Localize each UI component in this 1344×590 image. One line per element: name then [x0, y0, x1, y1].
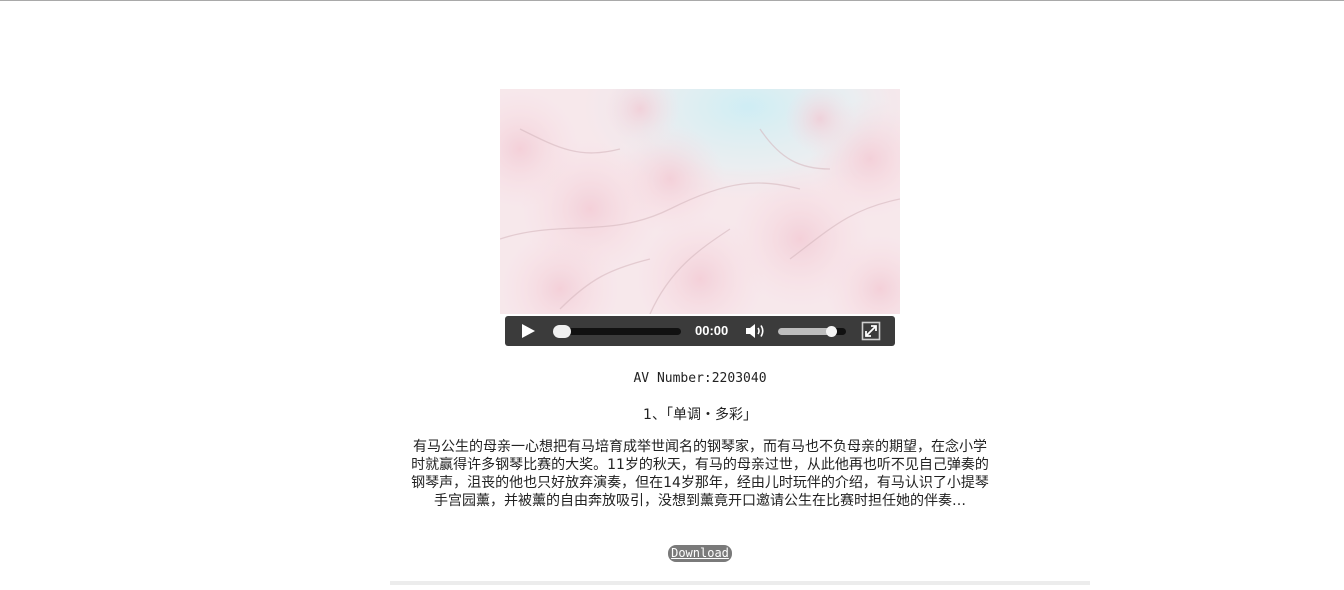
volume-slider[interactable]	[778, 326, 846, 337]
bottom-divider	[390, 581, 1090, 585]
video-controls: 00:00	[505, 316, 895, 346]
fullscreen-button[interactable]	[861, 321, 881, 341]
video-poster[interactable]	[500, 89, 900, 314]
play-button[interactable]	[515, 321, 539, 341]
episode-description: 有马公生的母亲一心想把有马培育成举世闻名的钢琴家，而有马也不负母亲的期望，在念小…	[411, 439, 989, 509]
download-button[interactable]: Download	[668, 545, 732, 562]
episode-title: 1、「单调・多彩」	[643, 407, 757, 423]
volume-button[interactable]	[743, 321, 767, 341]
volume-handle[interactable]	[826, 326, 837, 337]
volume-level	[778, 328, 832, 335]
time-display: 00:00	[695, 323, 729, 338]
fullscreen-icon	[861, 321, 881, 341]
av-number: AV Number:2203040	[633, 371, 767, 386]
cherry-blossom-image	[500, 89, 900, 314]
volume-icon	[746, 324, 764, 338]
play-icon	[522, 324, 535, 338]
seek-bar[interactable]	[553, 325, 681, 338]
seek-handle[interactable]	[553, 325, 571, 338]
top-divider	[0, 0, 1344, 1]
